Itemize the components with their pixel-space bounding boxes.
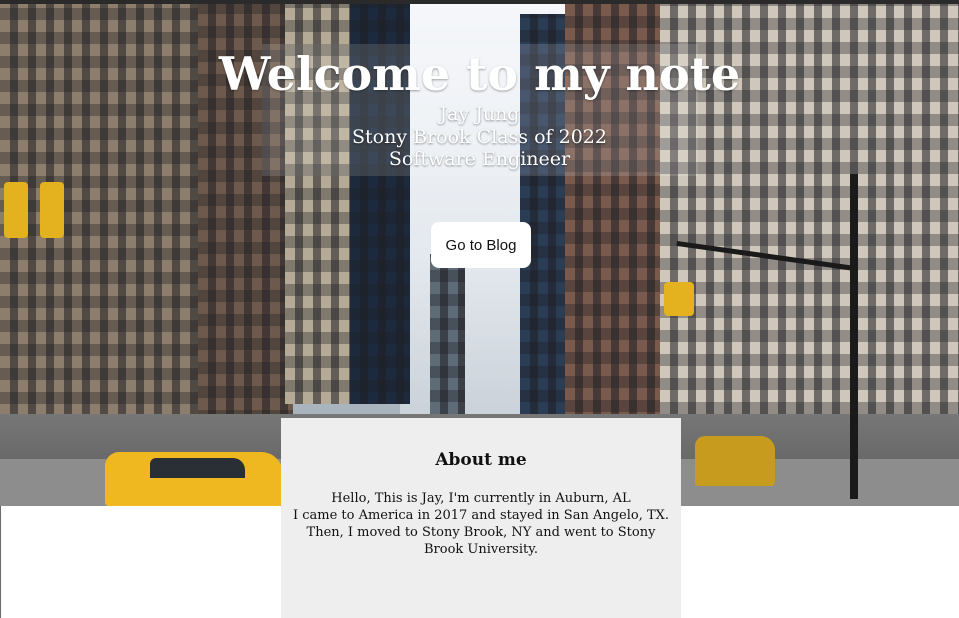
page-edge-line (0, 506, 1, 618)
traffic-light-icon (40, 182, 64, 238)
about-line: I came to America in 2017 and stayed in … (292, 508, 670, 557)
author-school: Stony Brook Class of 2022 (352, 126, 607, 148)
taxi-window (150, 458, 245, 478)
taxi-right-image (695, 436, 775, 486)
author-role: Software Engineer (388, 148, 571, 170)
about-line: Hello, This is Jay, I'm currently in Aub… (331, 491, 631, 506)
building-distant (430, 254, 465, 414)
author-name: Jay Jung (439, 103, 520, 125)
go-to-blog-button[interactable]: Go to Blog (431, 222, 531, 268)
about-heading: About me (435, 450, 527, 470)
traffic-light-icon (4, 182, 28, 238)
page-title: Welcome to my note (218, 47, 741, 101)
about-text: Hello, This is Jay, I'm currently in Aub… (291, 490, 671, 558)
street-lamp-pole (850, 174, 858, 499)
traffic-light-icon (664, 282, 694, 316)
about-me-card: About me Hello, This is Jay, I'm current… (281, 418, 681, 618)
